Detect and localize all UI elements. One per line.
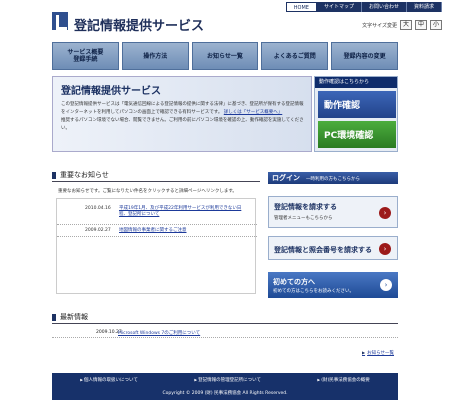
contact-link[interactable]: お問い合わせ: [362, 2, 407, 12]
hero-description: この登記情報提供サービスは「電気通信回線による登記情報の提供に関する法律」に基づ…: [61, 101, 306, 133]
important-news-list: 2010.04.16 平成19年1月、及び平成22年利用サービスが利用できない日…: [56, 198, 257, 294]
site-logo-icon[interactable]: [52, 12, 68, 30]
font-size-label: 文字サイズ変更: [362, 22, 397, 29]
latest-title-link[interactable]: Microsoft Windows 7のご利用について: [118, 330, 200, 336]
pc-environment-button[interactable]: PC環境確認: [318, 121, 396, 148]
privacy-policy-link[interactable]: 個人情報の取扱いについて: [80, 377, 138, 383]
font-size-small-button[interactable]: 小: [430, 20, 442, 30]
request-info-number-panel[interactable]: 登記情報と照会番号を請求する ›: [268, 236, 398, 260]
footer-links: 個人情報の取扱いについて 登記情報の管理登記所について (財)民事法務協会の概要: [52, 377, 398, 383]
top-links: HOME サイトマップ お問い合わせ 資料請求: [285, 2, 442, 12]
footer: 個人情報の取扱いについて 登記情報の管理登記所について (財)民事法務協会の概要…: [52, 373, 398, 400]
nav-faq[interactable]: よくあるご質問: [261, 42, 329, 70]
font-size-medium-button[interactable]: 中: [415, 20, 427, 30]
arrow-right-icon: ›: [379, 207, 391, 219]
sitemap-link[interactable]: サイトマップ: [317, 2, 362, 12]
site-title[interactable]: 登記情報提供サービス: [74, 15, 204, 34]
nav-news-list[interactable]: お知らせ一覧: [191, 42, 259, 70]
important-news-description: 重要なお知らせです。ご覧になりたい件名をクリックすると詳細ページへリンクします。: [58, 189, 237, 194]
association-overview-link[interactable]: (財)民事法務協会の概要: [317, 377, 370, 383]
request-info-number-label: 登記情報と照会番号を請求する: [274, 246, 372, 254]
home-link[interactable]: HOME: [285, 2, 317, 12]
nav-service-overview[interactable]: サービス概要 登録手続: [52, 42, 119, 70]
check-box-header: 動作確認はこちらから: [315, 77, 397, 88]
first-time-label: 初めての方へ: [273, 278, 315, 286]
list-item: 2010.04.16 平成19年1月、及び平成22年利用サービスが利用できない日…: [57, 203, 257, 225]
first-time-panel[interactable]: 初めての方へ 初めての方はこちらをお読みください。 ›: [268, 272, 398, 298]
news-list-link[interactable]: お知らせ一覧: [362, 350, 394, 356]
news-title-link[interactable]: 平成19年1月、及び平成22年利用サービスが利用できない日程、登記所について: [119, 206, 249, 218]
hero-banner: 登記情報提供サービス この登記情報提供サービスは「電気通信回線による登記情報の提…: [52, 76, 312, 152]
font-size-switcher: 文字サイズ変更 大 中 小: [362, 20, 442, 30]
request-info-label: 登記情報を請求する: [274, 203, 337, 211]
arrow-right-icon: ›: [379, 243, 391, 255]
important-news-heading: 重要なお知らせ: [52, 170, 260, 182]
copyright: Copyright © 2009 (財) 民事法務協会 All Rights R…: [162, 391, 288, 396]
header: 登記情報提供サービス HOME サイトマップ お問い合わせ 資料請求 文字サイズ…: [0, 0, 450, 38]
request-info-panel[interactable]: 登記情報を請求する 管理者メニューもこちらから ›: [268, 196, 398, 228]
list-item: 2009.10.27 Microsoft Windows 7のご利用について: [52, 328, 398, 338]
latest-info-heading: 最新情報: [52, 312, 398, 324]
hero-text-2: 推奨するパソコン環境でない場合、閲覧できません。ご利用の前にパソコン環境を確認の…: [61, 118, 304, 131]
font-size-large-button[interactable]: 大: [400, 20, 412, 30]
admin-menu-label: 管理者メニューもこちらから: [274, 216, 333, 221]
nav-change-registration[interactable]: 登録内容の変更: [331, 42, 398, 70]
arrow-right-icon: ›: [380, 279, 392, 291]
hero-title: 登記情報提供サービス: [61, 86, 161, 97]
service-overview-link[interactable]: 詳しくは「サービス概要へ」: [224, 110, 283, 115]
operation-check-button[interactable]: 動作確認: [318, 91, 396, 118]
first-time-subtitle: 初めての方はこちらをお読みください。: [273, 289, 354, 294]
news-date: 2009.02.27: [85, 228, 111, 233]
login-header: ログイン 一時利用の方もこちらから: [268, 172, 398, 184]
login-subtitle: 一時利用の方もこちらから: [306, 177, 360, 182]
nav-how-to-use[interactable]: 操作方法: [121, 42, 189, 70]
check-box: 動作確認はこちらから 動作確認 PC環境確認: [314, 76, 398, 152]
login-title: ログイン: [272, 174, 300, 182]
main-nav: サービス概要 登録手続 操作方法 お知らせ一覧 よくあるご質問 登録内容の変更: [52, 42, 398, 70]
list-item: 2009.02.27 地図情報の事業者に関するご注意: [57, 225, 257, 237]
document-request-link[interactable]: 資料請求: [407, 2, 442, 12]
news-date: 2010.04.16: [85, 206, 111, 211]
registry-management-link[interactable]: 登記情報の管理登記所について: [194, 377, 261, 383]
news-title-link[interactable]: 地図情報の事業者に関するご注意: [119, 228, 249, 234]
